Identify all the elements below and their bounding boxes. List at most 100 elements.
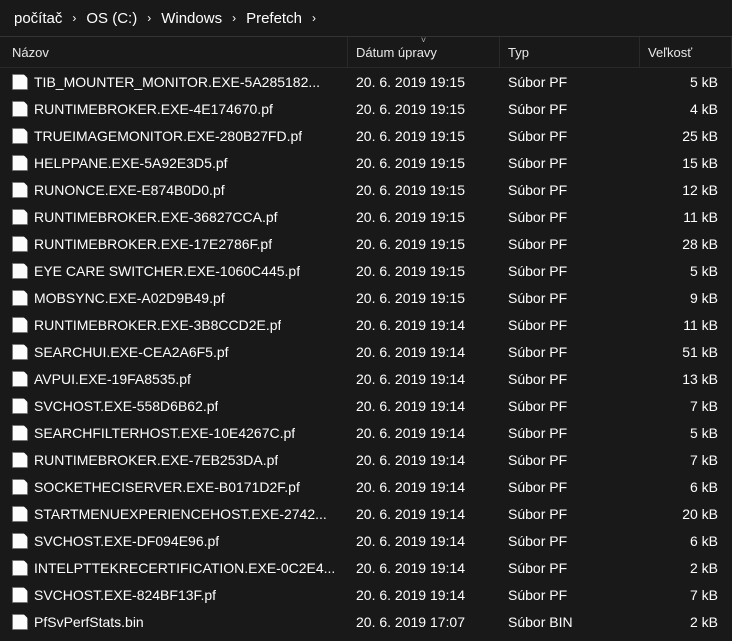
file-size: 7 kB: [640, 448, 732, 472]
file-size: 2 kB: [640, 610, 732, 634]
file-type: Súbor PF: [500, 394, 640, 418]
file-row[interactable]: SVCHOST.EXE-DF094E96.pf20. 6. 2019 19:14…: [0, 527, 732, 554]
file-date: 20. 6. 2019 19:15: [348, 70, 500, 94]
file-name: AVPUI.EXE-19FA8535.pf: [34, 371, 191, 387]
file-type: Súbor PF: [500, 151, 640, 175]
file-icon: [12, 290, 28, 306]
file-icon: [12, 371, 28, 387]
file-date: 20. 6. 2019 19:14: [348, 313, 500, 337]
file-name: TRUEIMAGEMONITOR.EXE-280B27FD.pf: [34, 128, 302, 144]
file-name: EYE CARE SWITCHER.EXE-1060C445.pf: [34, 263, 300, 279]
file-row[interactable]: PfSvPerfStats.bin 20. 6. 2019 17:07Súbor …: [0, 608, 732, 635]
file-row[interactable]: EYE CARE SWITCHER.EXE-1060C445.pf20. 6. …: [0, 257, 732, 284]
file-name: RUNTIMEBROKER.EXE-36827CCA.pf: [34, 209, 278, 225]
file-icon: [12, 101, 28, 117]
breadcrumb-crumb[interactable]: Prefetch: [242, 8, 306, 29]
file-date: 20. 6. 2019 19:15: [348, 124, 500, 148]
file-row[interactable]: SVCHOST.EXE-558D6B62.pf20. 6. 2019 19:14…: [0, 392, 732, 419]
file-row[interactable]: RUNTIMEBROKER.EXE-4E174670.pf20. 6. 2019…: [0, 95, 732, 122]
file-icon: [12, 182, 28, 198]
file-row[interactable]: MOBSYNC.EXE-A02D9B49.pf 20. 6. 2019 19:15…: [0, 284, 732, 311]
file-date: 20. 6. 2019 17:07: [348, 610, 500, 634]
file-row[interactable]: TIB_MOUNTER_MONITOR.EXE-5A285182... 20. 6…: [0, 68, 732, 95]
file-name: RUNTIMEBROKER.EXE-3B8CCD2E.pf: [34, 317, 281, 333]
file-icon: [12, 479, 28, 495]
column-header-type[interactable]: Typ: [500, 37, 640, 67]
file-icon: [12, 155, 28, 171]
breadcrumb-crumb[interactable]: Windows: [157, 8, 226, 29]
breadcrumb-crumb[interactable]: OS (C:): [82, 8, 141, 29]
column-header-row: Názov ˅ Dátum úpravy Typ Veľkosť: [0, 36, 732, 68]
file-row[interactable]: SEARCHUI.EXE-CEA2A6F5.pf20. 6. 2019 19:1…: [0, 338, 732, 365]
file-icon: [12, 344, 28, 360]
file-row[interactable]: RUNTIMEBROKER.EXE-36827CCA.pf20. 6. 2019…: [0, 203, 732, 230]
sort-indicator-icon: ˅: [421, 37, 426, 45]
file-size: 6 kB: [640, 475, 732, 499]
file-row[interactable]: RUNTIMEBROKER.EXE-3B8CCD2E.pf 20. 6. 2019…: [0, 311, 732, 338]
file-size: 9 kB: [640, 286, 732, 310]
file-size: 6 kB: [640, 529, 732, 553]
file-row[interactable]: AVPUI.EXE-19FA8535.pf20. 6. 2019 19:14Sú…: [0, 365, 732, 392]
file-date: 20. 6. 2019 19:15: [348, 232, 500, 256]
file-icon: [12, 587, 28, 603]
file-type: Súbor PF: [500, 124, 640, 148]
column-header-label: Dátum úpravy: [356, 45, 437, 60]
file-size: 5 kB: [640, 259, 732, 283]
file-row[interactable]: STARTMENUEXPERIENCEHOST.EXE-2742...20. 6…: [0, 500, 732, 527]
column-header-label: Veľkosť: [648, 45, 692, 60]
file-list: TIB_MOUNTER_MONITOR.EXE-5A285182... 20. 6…: [0, 68, 732, 635]
file-icon: [12, 452, 28, 468]
file-name: TIB_MOUNTER_MONITOR.EXE-5A285182...: [34, 74, 320, 90]
file-size: 51 kB: [640, 340, 732, 364]
file-size: 5 kB: [640, 421, 732, 445]
file-date: 20. 6. 2019 19:15: [348, 286, 500, 310]
breadcrumb-crumb[interactable]: počítač: [10, 8, 66, 29]
column-header-label: Názov: [12, 45, 49, 60]
file-name: PfSvPerfStats.bin: [34, 614, 144, 630]
file-row[interactable]: RUNTIMEBROKER.EXE-17E2786F.pf 20. 6. 2019…: [0, 230, 732, 257]
file-row[interactable]: INTELPTTEKRECERTIFICATION.EXE-0C2E4...20…: [0, 554, 732, 581]
file-icon: [12, 209, 28, 225]
column-header-size[interactable]: Veľkosť: [640, 37, 732, 67]
file-date: 20. 6. 2019 19:14: [348, 502, 500, 526]
file-icon: [12, 236, 28, 252]
file-type: Súbor PF: [500, 448, 640, 472]
file-icon: [12, 74, 28, 90]
file-name: RUNTIMEBROKER.EXE-17E2786F.pf: [34, 236, 272, 252]
file-icon: [12, 533, 28, 549]
file-type: Súbor PF: [500, 583, 640, 607]
file-size: 11 kB: [640, 313, 732, 337]
file-size: 13 kB: [640, 367, 732, 391]
file-icon: [12, 317, 28, 333]
file-type: Súbor PF: [500, 421, 640, 445]
file-name: MOBSYNC.EXE-A02D9B49.pf: [34, 290, 225, 306]
file-name: HELPPANE.EXE-5A92E3D5.pf: [34, 155, 228, 171]
file-type: Súbor PF: [500, 232, 640, 256]
file-type: Súbor PF: [500, 340, 640, 364]
file-row[interactable]: TRUEIMAGEMONITOR.EXE-280B27FD.pf 20. 6. 2…: [0, 122, 732, 149]
file-name: SVCHOST.EXE-558D6B62.pf: [34, 398, 218, 414]
file-type: Súbor PF: [500, 286, 640, 310]
file-row[interactable]: RUNONCE.EXE-E874B0D0.pf20. 6. 2019 19:15…: [0, 176, 732, 203]
file-type: Súbor PF: [500, 502, 640, 526]
file-type: Súbor PF: [500, 313, 640, 337]
column-header-name[interactable]: Názov: [0, 37, 348, 67]
file-row[interactable]: RUNTIMEBROKER.EXE-7EB253DA.pf20. 6. 2019…: [0, 446, 732, 473]
file-row[interactable]: HELPPANE.EXE-5A92E3D5.pf20. 6. 2019 19:1…: [0, 149, 732, 176]
file-icon: [12, 398, 28, 414]
chevron-right-icon: ›: [66, 11, 82, 25]
file-row[interactable]: SOCKETHECISERVER.EXE-B0171D2F.pf20. 6. 2…: [0, 473, 732, 500]
column-header-date[interactable]: ˅ Dátum úpravy: [348, 37, 500, 67]
file-date: 20. 6. 2019 19:14: [348, 367, 500, 391]
file-size: 4 kB: [640, 97, 732, 121]
file-name: SOCKETHECISERVER.EXE-B0171D2F.pf: [34, 479, 300, 495]
breadcrumb[interactable]: počítač › OS (C:) › Windows › Prefetch ›: [0, 0, 732, 36]
file-name: SEARCHFILTERHOST.EXE-10E4267C.pf: [34, 425, 295, 441]
file-size: 7 kB: [640, 583, 732, 607]
file-row[interactable]: SEARCHFILTERHOST.EXE-10E4267C.pf20. 6. 2…: [0, 419, 732, 446]
file-name: RUNONCE.EXE-E874B0D0.pf: [34, 182, 225, 198]
file-type: Súbor BIN: [500, 610, 640, 634]
file-type: Súbor PF: [500, 556, 640, 580]
file-type: Súbor PF: [500, 205, 640, 229]
file-row[interactable]: SVCHOST.EXE-824BF13F.pf20. 6. 2019 19:14…: [0, 581, 732, 608]
